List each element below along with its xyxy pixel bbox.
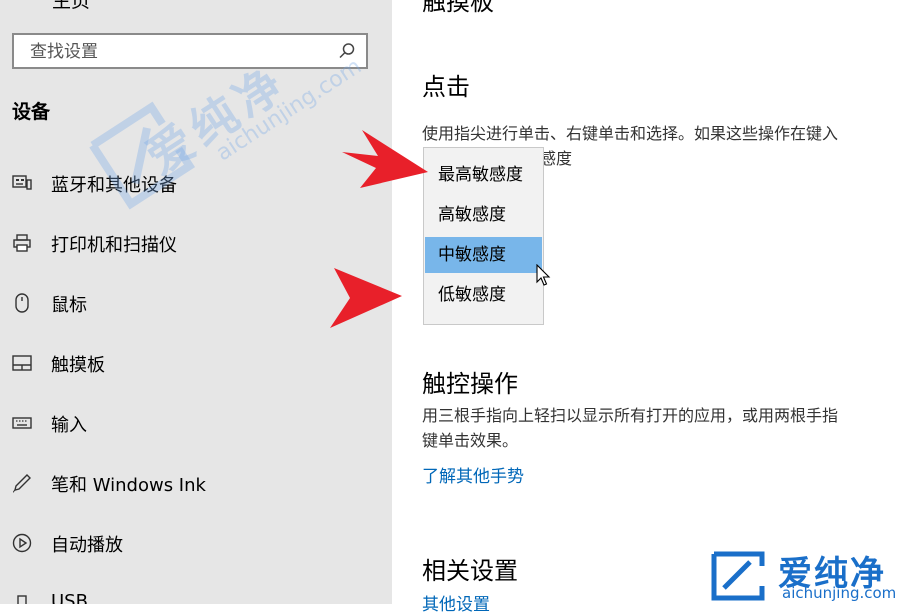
option-most-sensitive[interactable]: 最高敏感度: [425, 157, 542, 193]
sidebar-item-bluetooth[interactable]: 蓝牙和其他设备: [0, 155, 392, 211]
option-medium-sensitivity[interactable]: 中敏感度: [425, 237, 542, 273]
tap-section-title: 点击: [422, 73, 470, 101]
sidebar-home-label[interactable]: 主页: [52, 0, 90, 13]
sidebar-item-label: 蓝牙和其他设备: [51, 175, 177, 196]
sensitivity-dropdown-list[interactable]: 最高敏感度 高敏感度 中敏感度 低敏感度: [423, 147, 544, 325]
usb-icon: [12, 593, 32, 604]
related-settings-title: 相关设置: [422, 557, 518, 585]
learn-more-gestures-link[interactable]: 了解其他手势: [422, 462, 524, 487]
sidebar-item-printers[interactable]: 打印机和扫描仪: [0, 215, 392, 271]
sidebar-item-label: 触摸板: [51, 355, 105, 376]
sidebar-item-label: 自动播放: [51, 535, 123, 556]
printer-icon: [12, 233, 32, 253]
sidebar-item-label: USB: [51, 591, 88, 604]
search-icon[interactable]: [338, 42, 356, 64]
sidebar-item-label: 打印机和扫描仪: [51, 235, 177, 256]
sidebar-item-touchpad[interactable]: 触摸板: [0, 335, 392, 391]
additional-settings-link[interactable]: 其他设置: [422, 590, 490, 615]
sidebar-item-mouse[interactable]: 鼠标: [0, 275, 392, 331]
sidebar-item-autoplay[interactable]: 自动播放: [0, 515, 392, 571]
gestures-section-title: 触控操作: [422, 370, 518, 398]
mouse-icon: [12, 293, 32, 313]
sidebar-item-label: 鼠标: [51, 295, 87, 316]
keyboard-icon: [12, 413, 32, 433]
sidebar-item-label: 笔和 Windows Ink: [51, 475, 206, 496]
touchpad-icon: [12, 353, 32, 373]
watermark-logo: 爱纯净 aichunjing.com: [706, 548, 904, 604]
gestures-description-line2: 键单击效果。: [422, 431, 519, 450]
watermark-logo-icon: [711, 551, 765, 601]
sidebar-item-pen[interactable]: 笔和 Windows Ink: [0, 455, 392, 511]
sidebar-item-usb[interactable]: USB: [0, 575, 392, 604]
autoplay-icon: [12, 533, 32, 553]
search-input[interactable]: [28, 41, 332, 63]
sidebar-item-typing[interactable]: 输入: [0, 395, 392, 451]
sidebar-item-label: 输入: [51, 415, 87, 436]
watermark-en-text: aichunjing.com: [211, 54, 367, 167]
gestures-description-line1: 用三根手指向上轻扫以显示所有打开的应用，或用两根手指: [422, 406, 839, 425]
bluetooth-device-icon: [12, 173, 32, 193]
search-box[interactable]: [12, 33, 368, 69]
watermark-en-text: aichunjing.com: [782, 584, 897, 602]
page-title: 触摸板: [422, 0, 494, 16]
option-high-sensitivity[interactable]: 高敏感度: [425, 197, 542, 233]
tap-description-tail: 感度: [540, 149, 573, 168]
option-low-sensitivity[interactable]: 低敏感度: [425, 277, 542, 313]
tap-description: 使用指尖进行单击、右键单击和选择。如果这些操作在键入: [422, 124, 839, 143]
pen-icon: [12, 473, 32, 493]
section-title-devices: 设备: [12, 101, 51, 123]
sidebar: 主页 设备 蓝牙和其他设备 打印机和扫描仪 鼠标 触摸板 输入: [0, 0, 392, 604]
